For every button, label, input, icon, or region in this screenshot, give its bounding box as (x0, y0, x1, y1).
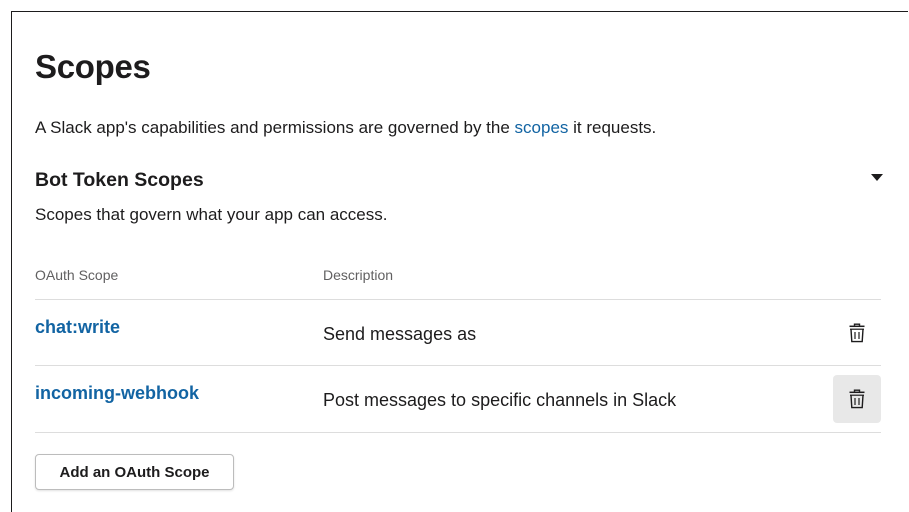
table-row: incoming-webhook Post messages to specif… (35, 366, 881, 432)
column-header-description: Description (323, 267, 394, 283)
trash-icon (849, 389, 865, 409)
bot-token-scopes-description: Scopes that govern what your app can acc… (35, 205, 388, 224)
scope-name-link[interactable]: chat:write (35, 317, 120, 338)
column-header-oauth-scope: OAuth Scope (35, 267, 119, 283)
bot-token-scopes-heading: Bot Token Scopes (35, 169, 204, 191)
scope-description: Post messages to specific channels in Sl… (323, 390, 677, 410)
intro-text-after: it requests. (568, 118, 657, 137)
scope-name-link[interactable]: incoming-webhook (35, 383, 199, 404)
caret-down-icon[interactable] (871, 174, 883, 181)
page-title: Scopes (35, 48, 151, 85)
scopes-intro: A Slack app's capabilities and permissio… (35, 118, 656, 138)
scope-description: Send messages as (323, 324, 477, 344)
scopes-panel: Scopes A Slack app's capabilities and pe… (11, 11, 908, 512)
remove-scope-button[interactable] (833, 375, 881, 423)
intro-text-before: A Slack app's capabilities and permissio… (35, 118, 515, 137)
scopes-link[interactable]: scopes (515, 118, 569, 137)
remove-scope-button[interactable] (833, 309, 881, 357)
trash-icon (849, 323, 865, 343)
table-row: chat:write Send messages as (35, 300, 881, 366)
table-divider (35, 432, 881, 433)
add-oauth-scope-button[interactable]: Add an OAuth Scope (35, 454, 234, 490)
